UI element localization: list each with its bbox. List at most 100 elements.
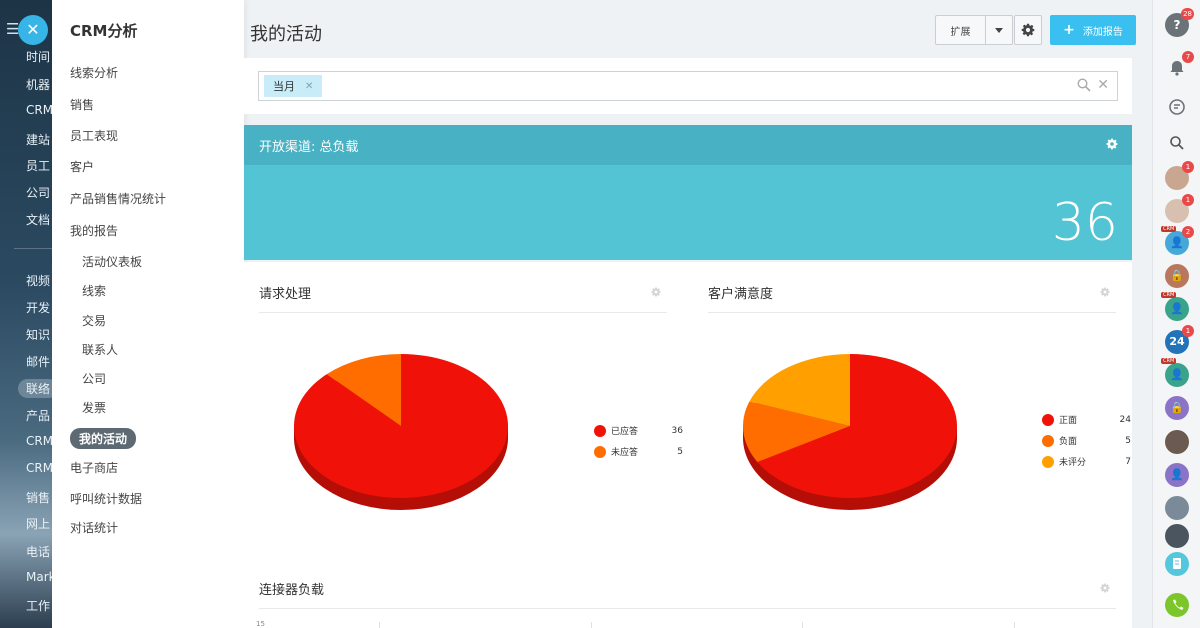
submenu-item[interactable]: 电子商店 bbox=[70, 459, 118, 476]
contact-avatar[interactable]: 🔒 bbox=[1165, 396, 1189, 420]
legend-label: 未应答 bbox=[611, 448, 639, 458]
legend-label: 正面 bbox=[1059, 416, 1078, 426]
avatar-icon: 👤 bbox=[1170, 468, 1184, 481]
submenu-item[interactable]: 员工表现 bbox=[70, 127, 118, 144]
submenu-item[interactable]: 交易 bbox=[82, 312, 106, 329]
legend-label: 已应答 bbox=[611, 427, 639, 437]
submenu-item[interactable]: 销售 bbox=[70, 96, 94, 113]
legend-swatch bbox=[594, 445, 606, 458]
requests-gear-icon[interactable] bbox=[651, 287, 661, 297]
leftbar-item[interactable]: 文档 bbox=[26, 211, 50, 228]
legend-swatch bbox=[1042, 455, 1054, 468]
leftbar-item[interactable]: CRM bbox=[26, 434, 52, 448]
phone-button[interactable] bbox=[1165, 593, 1189, 617]
satisfaction-gear-icon[interactable] bbox=[1100, 287, 1110, 297]
filter-tag[interactable]: 当月 ✕ bbox=[264, 75, 323, 97]
widget-title: 开放渠道: 总负载 bbox=[259, 139, 359, 155]
leftbar-item[interactable]: 工作 bbox=[26, 597, 50, 614]
submenu-item[interactable]: 对话统计 bbox=[70, 519, 118, 536]
legend-value: 36 bbox=[671, 425, 683, 436]
requests-pie-chart bbox=[294, 354, 508, 510]
legend-item[interactable]: 未评分 7 bbox=[1042, 451, 1131, 472]
leftbar-item[interactable]: 产品 bbox=[26, 407, 50, 424]
legend-swatch bbox=[594, 424, 606, 437]
leftbar-item[interactable]: 时间 bbox=[26, 48, 50, 65]
leftbar-item[interactable]: 销售 bbox=[26, 489, 50, 506]
leftbar-item[interactable]: 公司 bbox=[26, 184, 50, 201]
submenu-title: CRM分析 bbox=[70, 22, 138, 40]
crm-tag: CRM bbox=[1161, 292, 1177, 298]
leftbar-item[interactable]: 联络 bbox=[18, 379, 52, 398]
leftbar-item[interactable]: 员工 bbox=[26, 157, 50, 174]
contact-avatar[interactable]: 🔒 bbox=[1165, 264, 1189, 288]
widget-body: 36 bbox=[244, 165, 1132, 260]
contact-avatar[interactable]: 👤 CRM bbox=[1161, 292, 1189, 321]
legend-swatch bbox=[1042, 434, 1054, 447]
grid-tick bbox=[802, 622, 803, 628]
submenu-item[interactable]: 公司 bbox=[82, 370, 106, 387]
submenu-item[interactable]: 产品销售情况统计 bbox=[70, 190, 166, 207]
expand-dropdown-button[interactable] bbox=[985, 15, 1013, 45]
chat-button[interactable] bbox=[1165, 95, 1189, 119]
leftbar-item[interactable]: 视频 bbox=[26, 272, 50, 289]
submenu-item[interactable]: 活动仪表板 bbox=[82, 253, 142, 270]
legend-value: 7 bbox=[1125, 456, 1131, 467]
connector-gear-icon[interactable] bbox=[1100, 583, 1110, 593]
filter-input[interactable]: 当月 ✕ ✕ bbox=[258, 71, 1118, 101]
legend-item[interactable]: 已应答 36 bbox=[594, 420, 683, 441]
divider bbox=[14, 248, 52, 249]
tasks-button[interactable] bbox=[1165, 552, 1189, 576]
settings-button[interactable] bbox=[1014, 15, 1042, 45]
search-icon[interactable] bbox=[1077, 78, 1091, 92]
leftbar-item[interactable]: Mark bbox=[26, 570, 52, 584]
contact-avatar[interactable]: 👤 bbox=[1165, 463, 1189, 487]
submenu-item[interactable]: 客户 bbox=[70, 158, 94, 175]
contact-avatar[interactable]: 👤 CRM 2 bbox=[1161, 226, 1194, 255]
help-button[interactable]: ? 28 bbox=[1165, 8, 1194, 37]
divider bbox=[259, 312, 667, 313]
leftbar-item[interactable]: CRM bbox=[26, 103, 52, 117]
search-button[interactable] bbox=[1165, 131, 1189, 155]
submenu-item[interactable]: 联系人 bbox=[82, 341, 118, 358]
caret-down-icon bbox=[995, 27, 1003, 33]
bell-badge: 7 bbox=[1182, 51, 1194, 63]
leftbar-item[interactable]: 开发 bbox=[26, 299, 50, 316]
legend-item[interactable]: 负面 5 bbox=[1042, 430, 1131, 451]
submenu-item[interactable]: 发票 bbox=[82, 399, 106, 416]
leftbar-item[interactable]: 建站 bbox=[26, 131, 50, 148]
leftbar-item[interactable]: 网上 bbox=[26, 515, 50, 532]
contact-avatar[interactable] bbox=[1165, 430, 1189, 454]
add-report-button[interactable]: + 添加报告 bbox=[1050, 15, 1136, 45]
expand-button[interactable]: 扩展 bbox=[935, 15, 985, 45]
contact-avatar[interactable]: 1 bbox=[1165, 194, 1194, 223]
contact-avatar[interactable]: 👤 CRM bbox=[1161, 358, 1189, 387]
widget-gear-icon[interactable] bbox=[1106, 138, 1118, 150]
submenu-item[interactable]: 我的报告 bbox=[70, 222, 118, 239]
submenu-item[interactable]: 我的活动 bbox=[70, 428, 137, 449]
submenu-item[interactable]: 线索分析 bbox=[70, 64, 118, 81]
submenu-item[interactable]: 线索 bbox=[82, 282, 106, 299]
leftbar-item[interactable]: 电话 bbox=[26, 543, 50, 560]
close-menu-button[interactable]: ✕ bbox=[18, 15, 48, 45]
contact-avatar[interactable]: 24 1 bbox=[1165, 325, 1194, 354]
leftbar-item[interactable]: 邮件 bbox=[26, 353, 50, 370]
plus-icon: + bbox=[1063, 22, 1075, 38]
contact-avatar[interactable]: 1 bbox=[1165, 161, 1194, 190]
contact-avatar[interactable] bbox=[1165, 496, 1189, 520]
leftbar-item[interactable]: CRM bbox=[26, 461, 52, 475]
divider bbox=[259, 608, 1116, 609]
avatar-icon: 🔒 bbox=[1170, 269, 1184, 282]
leftbar-item[interactable]: 知识 bbox=[26, 326, 50, 343]
submenu-item[interactable]: 呼叫统计数据 bbox=[70, 490, 142, 507]
contact-avatar[interactable] bbox=[1165, 524, 1189, 548]
gear-icon bbox=[1021, 23, 1035, 37]
legend-item[interactable]: 未应答 5 bbox=[594, 441, 683, 462]
clear-filter-icon[interactable]: ✕ bbox=[1097, 77, 1109, 93]
notifications-button[interactable]: 7 bbox=[1165, 51, 1194, 80]
legend-value: 24 bbox=[1119, 414, 1131, 425]
legend-item[interactable]: 正面 24 bbox=[1042, 409, 1131, 430]
search-icon bbox=[1170, 136, 1184, 150]
remove-tag-icon[interactable]: ✕ bbox=[305, 81, 313, 92]
leftbar-item[interactable]: 机器 bbox=[26, 76, 50, 93]
requests-card-title: 请求处理 bbox=[259, 287, 312, 302]
